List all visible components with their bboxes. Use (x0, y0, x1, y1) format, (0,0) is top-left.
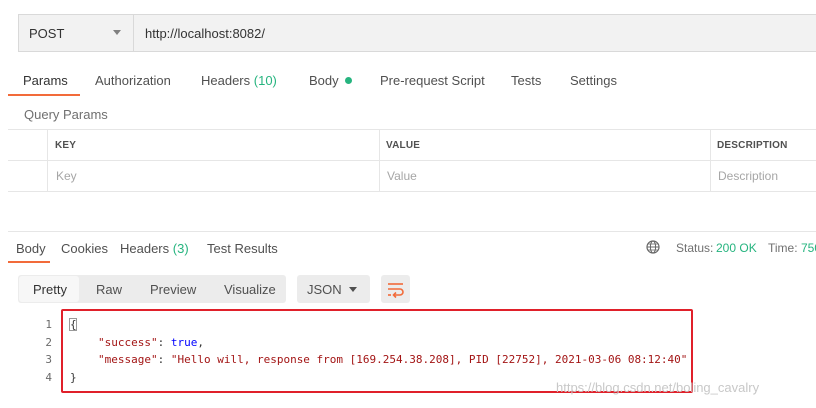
response-tab-test-results[interactable]: Test Results (207, 241, 278, 256)
params-table-row-divider (8, 160, 816, 161)
tab-headers[interactable]: Headers (10) (201, 73, 277, 88)
url-input[interactable]: http://localhost:8082/ (145, 15, 265, 51)
line-number: 1 (45, 318, 52, 331)
method-label: POST (29, 25, 65, 41)
params-col-divider (47, 129, 48, 191)
params-col-divider (379, 129, 380, 191)
line-number: 3 (45, 353, 52, 366)
view-visualize-button[interactable]: Visualize (224, 282, 276, 297)
line-number: 2 (45, 336, 52, 349)
request-bar: POST http://localhost:8082/ (18, 14, 816, 52)
tab-headers-count: (10) (253, 73, 277, 88)
status-badge[interactable]: 200 OK (716, 241, 757, 255)
view-preview-button[interactable]: Preview (150, 282, 196, 297)
pane-divider[interactable] (8, 231, 816, 232)
watermark: https://blog.csdn.net/boling_cavalry (556, 380, 760, 395)
query-params-title: Query Params (24, 107, 108, 122)
globe-icon[interactable] (646, 240, 660, 254)
response-tab-cookies[interactable]: Cookies (61, 241, 108, 256)
response-tab-body[interactable]: Body (16, 241, 46, 256)
chevron-down-icon (349, 287, 357, 292)
time-value[interactable]: 750 (801, 241, 816, 255)
status-label: Status: (676, 241, 714, 255)
tab-tests[interactable]: Tests (511, 73, 541, 88)
time-label: Time: (768, 241, 798, 255)
tab-settings[interactable]: Settings (570, 73, 617, 88)
column-header-description: DESCRIPTION (717, 140, 788, 151)
wrap-lines-button[interactable] (381, 275, 410, 303)
wrap-lines-icon (388, 283, 404, 299)
value-input[interactable]: Value (387, 169, 417, 183)
line-number: 4 (45, 371, 52, 384)
description-input[interactable]: Description (718, 169, 778, 183)
tab-headers-label: Headers (201, 73, 251, 88)
response-tab-headers-label: Headers (120, 241, 170, 256)
tab-body[interactable]: Body (309, 73, 352, 88)
active-response-tab-underline (8, 261, 50, 263)
tab-authorization[interactable]: Authorization (95, 73, 171, 88)
column-header-key: KEY (55, 140, 77, 151)
format-label: JSON (307, 282, 342, 297)
view-pretty-button[interactable]: Pretty (33, 282, 67, 297)
view-raw-button[interactable]: Raw (96, 282, 122, 297)
body-indicator-dot (344, 77, 352, 85)
params-col-divider (710, 129, 711, 191)
tab-body-label: Body (309, 73, 339, 88)
tab-pre-request-script[interactable]: Pre-request Script (380, 73, 485, 88)
tab-params[interactable]: Params (23, 73, 68, 88)
active-tab-underline (8, 94, 80, 96)
key-input[interactable]: Key (56, 169, 77, 183)
column-header-value: VALUE (386, 140, 421, 151)
response-tab-headers[interactable]: Headers (3) (120, 241, 189, 256)
response-tab-headers-count: (3) (172, 241, 189, 256)
chevron-down-icon[interactable] (113, 30, 121, 35)
